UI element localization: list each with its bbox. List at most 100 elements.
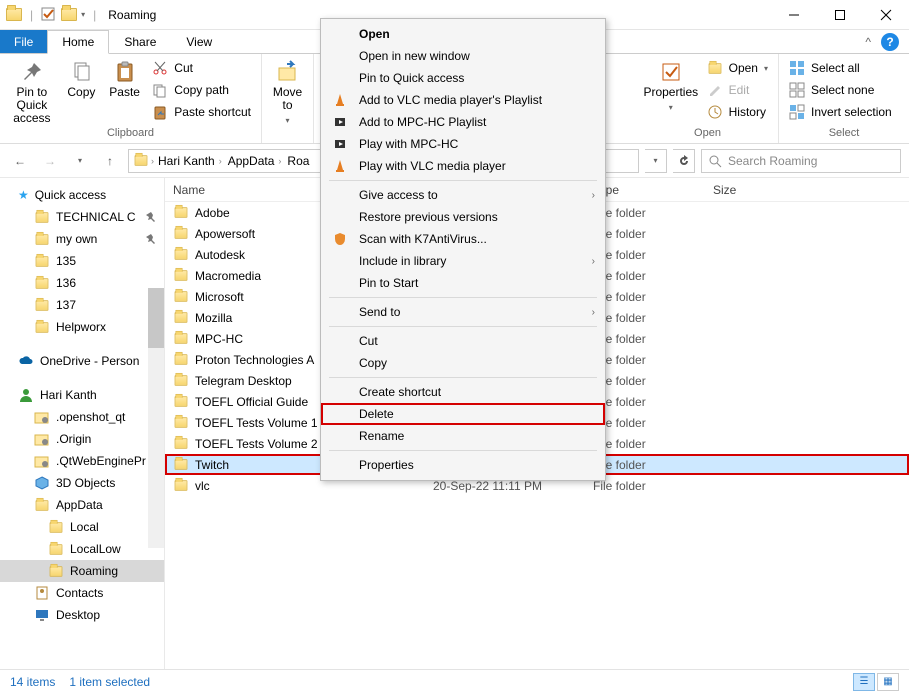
help-icon[interactable]: ?	[881, 33, 899, 51]
ctx-mpc-playlist[interactable]: Add to MPC-HC Playlist	[321, 111, 605, 133]
history-icon	[707, 104, 723, 120]
properties-icon	[659, 60, 683, 84]
pin-to-quick-access-button[interactable]: Pin to Quick access	[6, 56, 58, 125]
folder-icon	[173, 205, 189, 221]
forward-button[interactable]: →	[38, 149, 62, 173]
ctx-delete[interactable]: Delete	[321, 403, 605, 425]
breadcrumb-segment[interactable]: Hari Kanth›	[156, 154, 224, 168]
ctx-scan[interactable]: Scan with K7AntiVirus...	[321, 228, 605, 250]
select-all-button[interactable]: Select all	[785, 58, 896, 78]
minimize-button[interactable]	[771, 0, 817, 30]
search-input[interactable]: Search Roaming	[701, 149, 901, 173]
folder-icon	[173, 247, 189, 263]
file-name: Mozilla	[195, 311, 232, 325]
nav-item[interactable]: my own	[0, 228, 164, 250]
history-button[interactable]: History	[703, 102, 772, 122]
folder-icon	[133, 153, 149, 169]
ctx-play-mpc[interactable]: Play with MPC-HC	[321, 133, 605, 155]
cut-button[interactable]: Cut	[148, 58, 255, 78]
chevron-right-icon: ›	[592, 190, 595, 201]
paste-shortcut-button[interactable]: Paste shortcut	[148, 102, 255, 122]
monitor-icon	[34, 607, 50, 623]
close-button[interactable]	[863, 0, 909, 30]
nav-item[interactable]: 135	[0, 250, 164, 272]
nav-item[interactable]: Desktop	[0, 604, 164, 626]
file-name: Macromedia	[195, 269, 261, 283]
tab-home[interactable]: Home	[47, 30, 109, 54]
nav-item[interactable]: TECHNICAL C	[0, 206, 164, 228]
ctx-open[interactable]: Open	[321, 23, 605, 45]
tab-view[interactable]: View	[171, 30, 227, 53]
nav-user[interactable]: Hari Kanth	[0, 384, 164, 406]
cube-icon	[34, 475, 50, 491]
ctx-cut[interactable]: Cut	[321, 330, 605, 352]
tab-share[interactable]: Share	[109, 30, 171, 53]
file-name: Proton Technologies A	[195, 353, 314, 367]
checkbox-quick-icon[interactable]	[41, 7, 57, 23]
nav-item[interactable]: .QtWebEnginePr	[0, 450, 164, 472]
nav-item[interactable]: LocalLow	[0, 538, 164, 560]
nav-item[interactable]: 136	[0, 272, 164, 294]
icons-view-button[interactable]: ▦	[877, 673, 899, 691]
nav-item[interactable]: Local	[0, 516, 164, 538]
nav-item[interactable]: 3D Objects	[0, 472, 164, 494]
open-button[interactable]: Open ▾	[703, 58, 772, 78]
nav-item[interactable]: .openshot_qt	[0, 406, 164, 428]
ctx-pin-quick[interactable]: Pin to Quick access	[321, 67, 605, 89]
nav-onedrive[interactable]: OneDrive - Person	[0, 350, 164, 372]
file-name: Autodesk	[195, 248, 245, 262]
ctx-give-access[interactable]: Give access to›	[321, 184, 605, 206]
ctx-pin-start[interactable]: Pin to Start	[321, 272, 605, 294]
ctx-restore[interactable]: Restore previous versions	[321, 206, 605, 228]
copy-button[interactable]: Copy	[62, 56, 101, 99]
breadcrumb-segment[interactable]: AppData›	[226, 154, 284, 168]
ctx-copy[interactable]: Copy	[321, 352, 605, 374]
nav-item[interactable]: Helpworx	[0, 316, 164, 338]
chevron-down-icon: ▾	[764, 64, 768, 73]
copy-path-button[interactable]: Copy path	[148, 80, 255, 100]
nav-item[interactable]: .Origin	[0, 428, 164, 450]
details-view-button[interactable]: ☰	[853, 673, 875, 691]
file-name: Adobe	[195, 206, 230, 220]
back-button[interactable]: ←	[8, 149, 32, 173]
ctx-play-vlc[interactable]: Play with VLC media player	[321, 155, 605, 177]
recent-locations-button[interactable]: ▾	[68, 149, 92, 173]
nav-scrollbar-thumb[interactable]	[148, 288, 164, 348]
nav-quick-access[interactable]: ★ Quick access	[0, 184, 164, 206]
chevron-down-icon[interactable]: ▾	[81, 10, 85, 19]
ctx-vlc-playlist[interactable]: Add to VLC media player's Playlist	[321, 89, 605, 111]
ctx-include-library[interactable]: Include in library›	[321, 250, 605, 272]
up-button[interactable]: ↑	[98, 149, 122, 173]
status-bar: 14 items 1 item selected ☰ ▦	[0, 669, 909, 693]
maximize-button[interactable]	[817, 0, 863, 30]
group-clipboard-label: Clipboard	[6, 127, 255, 141]
column-size[interactable]: Size	[705, 183, 785, 197]
vlc-icon	[331, 159, 349, 173]
ctx-rename[interactable]: Rename	[321, 425, 605, 447]
invert-selection-button[interactable]: Invert selection	[785, 102, 896, 122]
folder-gear-icon	[34, 453, 50, 469]
nav-item[interactable]: AppData	[0, 494, 164, 516]
edit-button[interactable]: Edit	[703, 80, 772, 100]
ctx-shortcut[interactable]: Create shortcut	[321, 381, 605, 403]
ctx-send-to[interactable]: Send to›	[321, 301, 605, 323]
move-to-button[interactable]: Move to ▾	[268, 56, 307, 127]
open-icon	[707, 60, 723, 76]
tab-file[interactable]: File	[0, 30, 47, 53]
ribbon-collapse-icon[interactable]: ^	[865, 35, 871, 49]
status-selection-count: 1 item selected	[69, 675, 150, 689]
refresh-button[interactable]	[673, 149, 695, 173]
nav-item[interactable]: Contacts	[0, 582, 164, 604]
select-none-button[interactable]: Select none	[785, 80, 896, 100]
nav-item[interactable]: 137	[0, 294, 164, 316]
mpc-icon	[331, 137, 349, 151]
breadcrumb-segment[interactable]: Roa	[285, 154, 311, 168]
nav-item[interactable]: Roaming	[0, 560, 164, 582]
ctx-open-new-window[interactable]: Open in new window	[321, 45, 605, 67]
pin-icon	[146, 234, 164, 244]
paste-button[interactable]: Paste	[105, 56, 144, 99]
properties-button[interactable]: Properties ▾	[643, 56, 699, 114]
contacts-icon	[34, 585, 50, 601]
address-dropdown-button[interactable]: ▾	[645, 149, 667, 173]
ctx-properties[interactable]: Properties	[321, 454, 605, 476]
